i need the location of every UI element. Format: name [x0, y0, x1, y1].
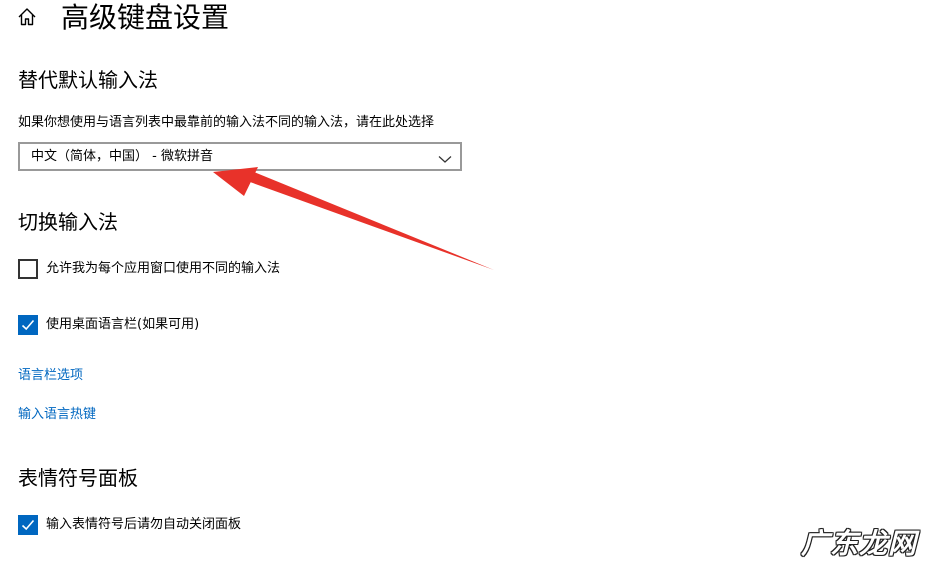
- per-app-input-method-label: 允许我为每个应用窗口使用不同的输入法: [46, 261, 281, 276]
- desktop-language-bar-label: 使用桌面语言栏(如果可用): [46, 317, 200, 332]
- keep-emoji-panel-open-label: 输入表情符号后请勿自动关闭面板: [46, 517, 242, 532]
- chevron-down-icon: [438, 150, 452, 163]
- input-language-hotkeys-link[interactable]: 输入语言热键: [18, 406, 96, 424]
- checkmark-icon: [21, 319, 35, 331]
- emoji-panel-section-title: 表情符号面板: [18, 466, 138, 490]
- page-title: 高级键盘设置: [61, 1, 230, 34]
- advanced-keyboard-settings-page: 高级键盘设置 替代默认输入法 如果你想使用与语言列表中最靠前的输入法不同的输入法…: [0, 0, 951, 574]
- home-icon[interactable]: [16, 6, 38, 28]
- override-input-section-title: 替代默认输入法: [18, 68, 158, 92]
- dropdown-selected-value: 中文（简体，中国） - 微软拼音: [31, 149, 213, 164]
- watermark: 广东龙网: [800, 527, 917, 560]
- checkmark-icon: [21, 519, 35, 531]
- default-input-method-dropdown[interactable]: 中文（简体，中国） - 微软拼音: [18, 142, 462, 171]
- per-app-input-method-checkbox[interactable]: [18, 259, 38, 279]
- desktop-language-bar-checkbox[interactable]: [18, 315, 38, 335]
- override-input-description: 如果你想使用与语言列表中最靠前的输入法不同的输入法，请在此处选择: [18, 115, 435, 130]
- language-bar-options-link[interactable]: 语言栏选项: [18, 367, 83, 385]
- keep-emoji-panel-open-checkbox[interactable]: [18, 515, 38, 535]
- desktop-language-bar-option[interactable]: 使用桌面语言栏(如果可用): [18, 314, 199, 336]
- switching-section-title: 切换输入法: [18, 210, 118, 234]
- per-app-input-method-option[interactable]: 允许我为每个应用窗口使用不同的输入法: [18, 258, 280, 280]
- keep-emoji-panel-open-option[interactable]: 输入表情符号后请勿自动关闭面板: [18, 514, 241, 536]
